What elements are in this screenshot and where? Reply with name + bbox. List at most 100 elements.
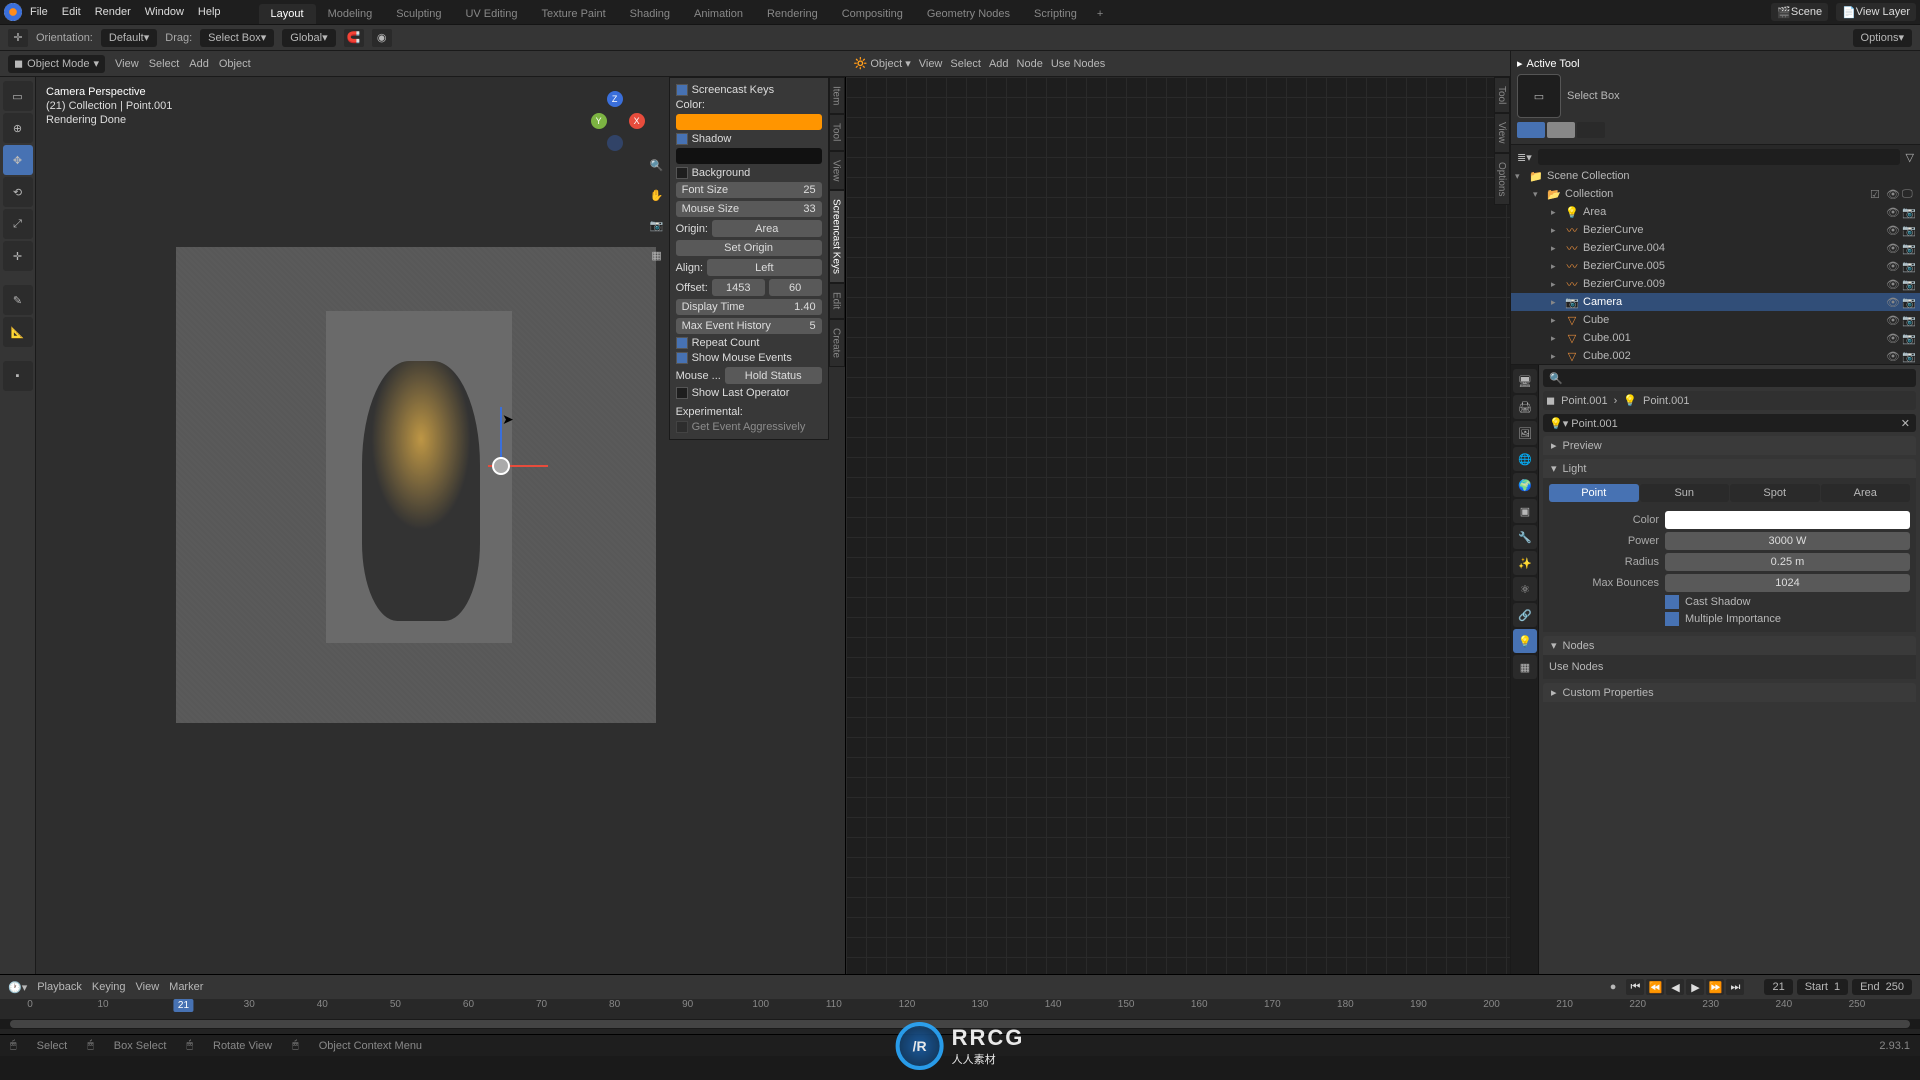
- light-type-sun[interactable]: Sun: [1640, 484, 1730, 502]
- outliner-item-cube-001[interactable]: ▸▽Cube.001👁📷: [1511, 329, 1920, 347]
- nodes-panel-header[interactable]: ▾Nodes: [1543, 636, 1916, 655]
- jump-next-key-button[interactable]: ⏩: [1706, 979, 1724, 995]
- ptab-object[interactable]: ▣: [1513, 499, 1537, 523]
- hide-viewport-icon[interactable]: 👁: [1886, 260, 1900, 273]
- light-radius-field[interactable]: 0.25 m: [1665, 553, 1910, 571]
- node-menu-node[interactable]: Node: [1017, 58, 1043, 70]
- multi-importance-checkbox[interactable]: [1665, 612, 1679, 626]
- sk-align-dropdown[interactable]: Left: [707, 259, 821, 276]
- transform-orientation-dropdown[interactable]: Global ▾: [282, 29, 335, 47]
- disable-render-icon[interactable]: 📷: [1902, 278, 1916, 291]
- tool-cursor[interactable]: ⊕: [3, 113, 33, 143]
- jump-end-button[interactable]: ⏭: [1726, 979, 1744, 995]
- outliner-search-input[interactable]: [1538, 149, 1900, 165]
- npanel-tab-create[interactable]: Create: [829, 319, 845, 367]
- select-mode-subtract[interactable]: [1577, 122, 1605, 138]
- node-menu-select[interactable]: Select: [950, 58, 981, 70]
- disable-render-icon[interactable]: 📷: [1902, 314, 1916, 327]
- sk-origin-dropdown[interactable]: Area: [712, 220, 822, 237]
- tool-pivot-icon[interactable]: ✛: [8, 29, 28, 47]
- tool-add-cube[interactable]: ▪: [3, 361, 33, 391]
- vp-menu-select[interactable]: Select: [149, 58, 180, 70]
- tool-scale[interactable]: ⤢: [3, 209, 33, 239]
- workspace-tab-texturepaint[interactable]: Texture Paint: [529, 4, 617, 24]
- nav-x-axis[interactable]: X: [629, 113, 645, 129]
- gizmo-origin[interactable]: [492, 457, 510, 475]
- workspace-tab-animation[interactable]: Animation: [682, 4, 755, 24]
- hide-viewport-icon[interactable]: 👁: [1886, 206, 1900, 219]
- sk-font-size-field[interactable]: Font Size25: [676, 182, 822, 198]
- hide-viewport-icon[interactable]: 👁: [1886, 278, 1900, 291]
- timeline-scrollbar[interactable]: [0, 1019, 1920, 1029]
- npanel-tab-view[interactable]: View: [829, 151, 845, 191]
- sk-set-origin-button[interactable]: Set Origin: [676, 240, 822, 256]
- tool-move[interactable]: ✥: [3, 145, 33, 175]
- menu-window[interactable]: Window: [145, 6, 184, 18]
- npanel-tab-item[interactable]: Item: [829, 77, 845, 114]
- select-mode-extend[interactable]: [1547, 122, 1575, 138]
- outliner-mode-icon[interactable]: ≣▾: [1517, 151, 1532, 164]
- hide-viewport-icon[interactable]: 👁: [1886, 242, 1900, 255]
- menu-render[interactable]: Render: [95, 6, 131, 18]
- sk-shadow-checkbox[interactable]: [676, 133, 688, 145]
- snap-icon[interactable]: 🧲: [344, 29, 364, 47]
- outliner-scene-collection[interactable]: ▾📁Scene Collection: [1511, 167, 1920, 185]
- mode-dropdown[interactable]: ◼ Object Mode ▾: [8, 55, 105, 73]
- nav-neg-z-axis[interactable]: [607, 135, 623, 151]
- use-nodes-button[interactable]: Use Nodes: [1549, 661, 1910, 673]
- breadcrumb-object[interactable]: Point.001: [1561, 395, 1607, 407]
- outliner-filter-icon[interactable]: ▽: [1906, 151, 1914, 164]
- options-dropdown[interactable]: Options ▾: [1853, 29, 1912, 47]
- workspace-tab-compositing[interactable]: Compositing: [830, 4, 915, 24]
- sk-display-time-field[interactable]: Display Time1.40: [676, 299, 822, 315]
- workspace-tab-rendering[interactable]: Rendering: [755, 4, 830, 24]
- node-tab-view[interactable]: View: [1494, 113, 1510, 153]
- outliner[interactable]: ≣▾ ▽ ▾📁Scene Collection ▾📂Collection ☑👁🖵…: [1511, 145, 1920, 365]
- collection-hide-icon[interactable]: 👁: [1886, 188, 1900, 201]
- light-panel-header[interactable]: ▾Light: [1543, 459, 1916, 478]
- node-tab-tool[interactable]: Tool: [1494, 77, 1510, 113]
- orientation-dropdown[interactable]: Default ▾: [101, 29, 157, 47]
- collection-disable-icon[interactable]: 🖵: [1902, 188, 1916, 201]
- light-type-area[interactable]: Area: [1821, 484, 1911, 502]
- tl-menu-playback[interactable]: Playback: [37, 981, 82, 993]
- sk-enable-checkbox[interactable]: [676, 84, 688, 96]
- scene-field[interactable]: 🎬 Scene: [1771, 3, 1828, 21]
- sk-mouse-mode-dropdown[interactable]: Hold Status: [725, 367, 822, 384]
- light-color-field[interactable]: [1665, 511, 1910, 529]
- current-frame-field[interactable]: 21: [1764, 979, 1792, 995]
- ptab-viewlayer[interactable]: 🖼: [1513, 421, 1537, 445]
- vp-menu-add[interactable]: Add: [189, 58, 209, 70]
- node-tab-options[interactable]: Options: [1494, 153, 1510, 205]
- sk-show-lastop-checkbox[interactable]: [676, 387, 688, 399]
- navigation-gizmo[interactable]: X Y Z: [585, 91, 645, 151]
- sk-max-event-field[interactable]: Max Event History5: [676, 318, 822, 334]
- tl-menu-view[interactable]: View: [136, 981, 160, 993]
- sk-shadow-color-field[interactable]: [676, 148, 822, 164]
- workspace-tab-scripting[interactable]: Scripting: [1022, 4, 1089, 24]
- node-menu-add[interactable]: Add: [989, 58, 1009, 70]
- jump-prev-key-button[interactable]: ⏪: [1646, 979, 1664, 995]
- workspace-tab-sculpting[interactable]: Sculpting: [384, 4, 453, 24]
- workspace-tab-modeling[interactable]: Modeling: [316, 4, 385, 24]
- ptab-data[interactable]: 💡: [1513, 629, 1537, 653]
- hide-viewport-icon[interactable]: 👁: [1886, 332, 1900, 345]
- pan-icon[interactable]: ✋: [647, 185, 667, 205]
- cast-shadow-checkbox[interactable]: [1665, 595, 1679, 609]
- timeline-ruler[interactable]: 0102130405060708090100110120130140150160…: [0, 999, 1920, 1019]
- custom-props-panel-header[interactable]: ▸Custom Properties: [1543, 683, 1916, 702]
- hide-viewport-icon[interactable]: 👁: [1886, 314, 1900, 327]
- outliner-item-cube-002[interactable]: ▸▽Cube.002👁📷: [1511, 347, 1920, 365]
- workspace-tab-layout[interactable]: Layout: [259, 4, 316, 24]
- node-menu-view[interactable]: View: [919, 58, 943, 70]
- disable-render-icon[interactable]: 📷: [1902, 332, 1916, 345]
- tl-menu-keying[interactable]: Keying: [92, 981, 126, 993]
- vp-menu-object[interactable]: Object: [219, 58, 251, 70]
- light-power-field[interactable]: 3000 W: [1665, 532, 1910, 550]
- play-reverse-button[interactable]: ◀: [1666, 979, 1684, 995]
- outliner-item-beziercurve-009[interactable]: ▸〰BezierCurve.009👁📷: [1511, 275, 1920, 293]
- outliner-item-area[interactable]: ▸💡Area👁📷: [1511, 203, 1920, 221]
- select-mode-new[interactable]: [1517, 122, 1545, 138]
- npanel-tab-screencastkeys[interactable]: Screencast Keys: [829, 190, 845, 283]
- viewlayer-field[interactable]: 📄 View Layer: [1836, 3, 1916, 21]
